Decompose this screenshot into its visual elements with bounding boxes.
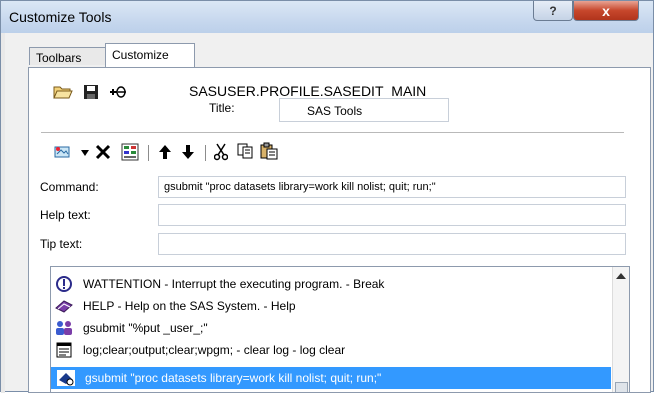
customize-tools-window: Customize Tools ? x Toolbars Customize S… bbox=[0, 0, 654, 393]
profile-path: SASUSER.PROFILE.SASEDIT_MAIN bbox=[189, 83, 427, 99]
tab-toolbars[interactable]: Toolbars bbox=[29, 47, 107, 65]
users-icon bbox=[56, 321, 72, 335]
divider bbox=[41, 132, 624, 133]
cut-icon[interactable] bbox=[214, 143, 228, 161]
list-item-label: WATTENTION - Interrupt the executing pro… bbox=[83, 277, 385, 291]
list-item[interactable]: gsubmit "%put _user_;" bbox=[51, 317, 611, 339]
title-label: Title: bbox=[209, 101, 235, 115]
command-field[interactable]: gsubmit "proc datasets library=work kill… bbox=[158, 176, 626, 198]
paste-icon[interactable] bbox=[260, 142, 278, 160]
help-text-field[interactable] bbox=[158, 204, 626, 226]
tab-strip: Toolbars Customize bbox=[1, 33, 653, 67]
move-down-icon[interactable] bbox=[181, 144, 195, 160]
list-scrollbar[interactable] bbox=[612, 267, 629, 392]
add-item-icon[interactable] bbox=[53, 144, 71, 160]
open-folder-icon[interactable] bbox=[53, 84, 73, 100]
list-item-selected[interactable]: gsubmit "proc datasets library=work kill… bbox=[51, 367, 611, 389]
scroll-up-arrow-icon[interactable] bbox=[616, 273, 626, 279]
tip-text-field[interactable] bbox=[158, 233, 626, 255]
toolbar-separator bbox=[205, 145, 206, 161]
title-bar: Customize Tools ? x bbox=[1, 1, 653, 33]
warning-icon bbox=[56, 276, 72, 292]
title-input[interactable]: SAS Tools bbox=[279, 98, 449, 122]
help-text-label: Help text: bbox=[40, 208, 91, 222]
list-item[interactable]: log;clear;output;clear;wpgm; - clear log… bbox=[51, 339, 611, 361]
list-item-label: gsubmit "proc datasets library=work kill… bbox=[85, 371, 382, 385]
tab-customize[interactable]: Customize bbox=[105, 43, 195, 67]
move-up-icon[interactable] bbox=[158, 144, 172, 160]
command-label: Command: bbox=[40, 180, 99, 194]
close-button[interactable]: x bbox=[573, 1, 639, 21]
tip-text-label: Tip text: bbox=[40, 237, 83, 251]
window-title: Customize Tools bbox=[9, 9, 112, 25]
toolbar-separator bbox=[148, 145, 149, 161]
list-item-label: gsubmit "%put _user_;" bbox=[83, 321, 208, 335]
list-item[interactable]: WATTENTION - Interrupt the executing pro… bbox=[51, 273, 611, 295]
scroll-thumb[interactable] bbox=[615, 382, 628, 392]
save-icon[interactable] bbox=[83, 84, 99, 100]
list-item-label: HELP - Help on the SAS System. - Help bbox=[83, 299, 296, 313]
list-item[interactable]: HELP - Help on the SAS System. - Help bbox=[51, 295, 611, 317]
delete-icon[interactable] bbox=[95, 144, 111, 160]
list-item-label: log;clear;output;clear;wpgm; - clear log… bbox=[83, 343, 346, 357]
document-icon bbox=[56, 342, 72, 358]
help-book-icon bbox=[55, 300, 73, 313]
copy-icon[interactable] bbox=[237, 143, 253, 159]
window-frame-edge bbox=[1, 33, 5, 393]
grid-properties-icon[interactable] bbox=[121, 143, 139, 161]
dropdown-arrow-icon[interactable] bbox=[81, 150, 89, 156]
tools-list[interactable]: WATTENTION - Interrupt the executing pro… bbox=[50, 266, 630, 393]
help-button[interactable]: ? bbox=[533, 1, 573, 21]
run-icon bbox=[57, 370, 75, 386]
add-tool-icon[interactable] bbox=[109, 85, 127, 99]
